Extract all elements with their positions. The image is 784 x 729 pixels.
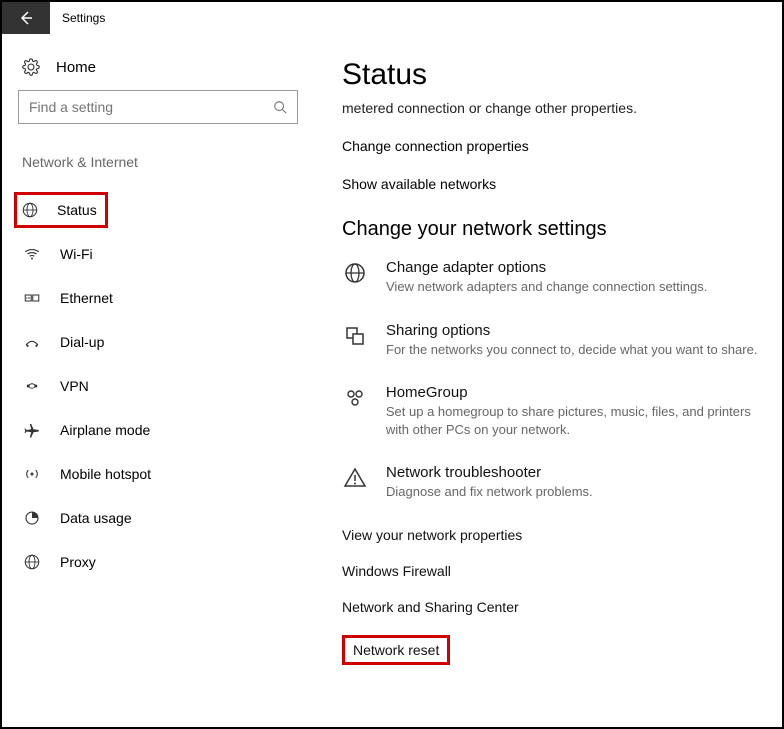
- proxy-icon: [22, 553, 42, 571]
- section-heading: Change your network settings: [342, 218, 764, 241]
- change-connection-properties-link[interactable]: Change connection properties: [342, 138, 764, 154]
- hotspot-icon: [22, 465, 42, 483]
- sidebar-item-vpn[interactable]: VPN: [18, 364, 296, 408]
- sidebar-item-ethernet[interactable]: Ethernet: [18, 276, 296, 320]
- data-usage-icon: [22, 509, 42, 527]
- sidebar-item-label: VPN: [60, 378, 89, 394]
- sidebar-item-label: Wi-Fi: [60, 246, 93, 262]
- sidebar-item-status[interactable]: Status: [18, 188, 296, 232]
- sidebar: Home Network & Internet Status Wi-Fi: [2, 34, 312, 727]
- homegroup-option[interactable]: HomeGroup Set up a homegroup to share pi…: [342, 384, 764, 438]
- change-adapter-options[interactable]: Change adapter options View network adap…: [342, 259, 764, 296]
- titlebar: Settings: [2, 2, 782, 34]
- intro-text: metered connection or change other prope…: [342, 100, 764, 116]
- sidebar-item-label: Data usage: [60, 510, 132, 526]
- wifi-icon: [22, 245, 42, 263]
- sidebar-item-label: Mobile hotspot: [60, 466, 151, 482]
- option-title: Change adapter options: [386, 259, 707, 276]
- option-sub: Diagnose and fix network problems.: [386, 483, 593, 501]
- sharing-icon: [342, 322, 368, 348]
- vpn-icon: [22, 377, 42, 395]
- home-label: Home: [56, 59, 96, 76]
- sidebar-item-label: Proxy: [60, 554, 96, 570]
- globe-icon: [21, 201, 39, 219]
- option-title: Network troubleshooter: [386, 464, 593, 481]
- sidebar-item-hotspot[interactable]: Mobile hotspot: [18, 452, 296, 496]
- search-input[interactable]: [29, 99, 273, 115]
- sidebar-item-airplane[interactable]: Airplane mode: [18, 408, 296, 452]
- search-box[interactable]: [18, 90, 298, 124]
- option-sub: View network adapters and change connect…: [386, 278, 707, 296]
- sidebar-item-label: Status: [57, 202, 97, 218]
- view-network-properties-link[interactable]: View your network properties: [342, 527, 522, 543]
- home-link[interactable]: Home: [18, 52, 296, 90]
- network-reset-link[interactable]: Network reset: [353, 642, 439, 658]
- sharing-options[interactable]: Sharing options For the networks you con…: [342, 322, 764, 359]
- option-sub: For the networks you connect to, decide …: [386, 341, 757, 359]
- network-troubleshooter[interactable]: Network troubleshooter Diagnose and fix …: [342, 464, 764, 501]
- globe-icon: [342, 259, 368, 285]
- sidebar-item-label: Dial-up: [60, 334, 104, 350]
- show-available-networks-link[interactable]: Show available networks: [342, 176, 764, 192]
- airplane-icon: [22, 421, 42, 439]
- ethernet-icon: [22, 289, 42, 307]
- option-title: Sharing options: [386, 322, 757, 339]
- warning-icon: [342, 464, 368, 490]
- arrow-left-icon: [18, 10, 34, 26]
- sidebar-item-proxy[interactable]: Proxy: [18, 540, 296, 584]
- gear-icon: [22, 58, 40, 76]
- window-title: Settings: [50, 11, 105, 25]
- sidebar-item-label: Ethernet: [60, 290, 113, 306]
- option-title: HomeGroup: [386, 384, 764, 401]
- homegroup-icon: [342, 384, 368, 410]
- windows-firewall-link[interactable]: Windows Firewall: [342, 563, 451, 579]
- sidebar-item-label: Airplane mode: [60, 422, 150, 438]
- search-icon: [273, 100, 287, 114]
- section-label: Network & Internet: [18, 154, 296, 170]
- sidebar-item-data-usage[interactable]: Data usage: [18, 496, 296, 540]
- option-sub: Set up a homegroup to share pictures, mu…: [386, 403, 764, 438]
- main-panel: Status metered connection or change othe…: [312, 34, 782, 727]
- network-sharing-center-link[interactable]: Network and Sharing Center: [342, 599, 519, 615]
- dialup-icon: [22, 333, 42, 351]
- page-title: Status: [342, 58, 764, 92]
- sidebar-item-dialup[interactable]: Dial-up: [18, 320, 296, 364]
- back-button[interactable]: [2, 2, 50, 34]
- sidebar-item-wifi[interactable]: Wi-Fi: [18, 232, 296, 276]
